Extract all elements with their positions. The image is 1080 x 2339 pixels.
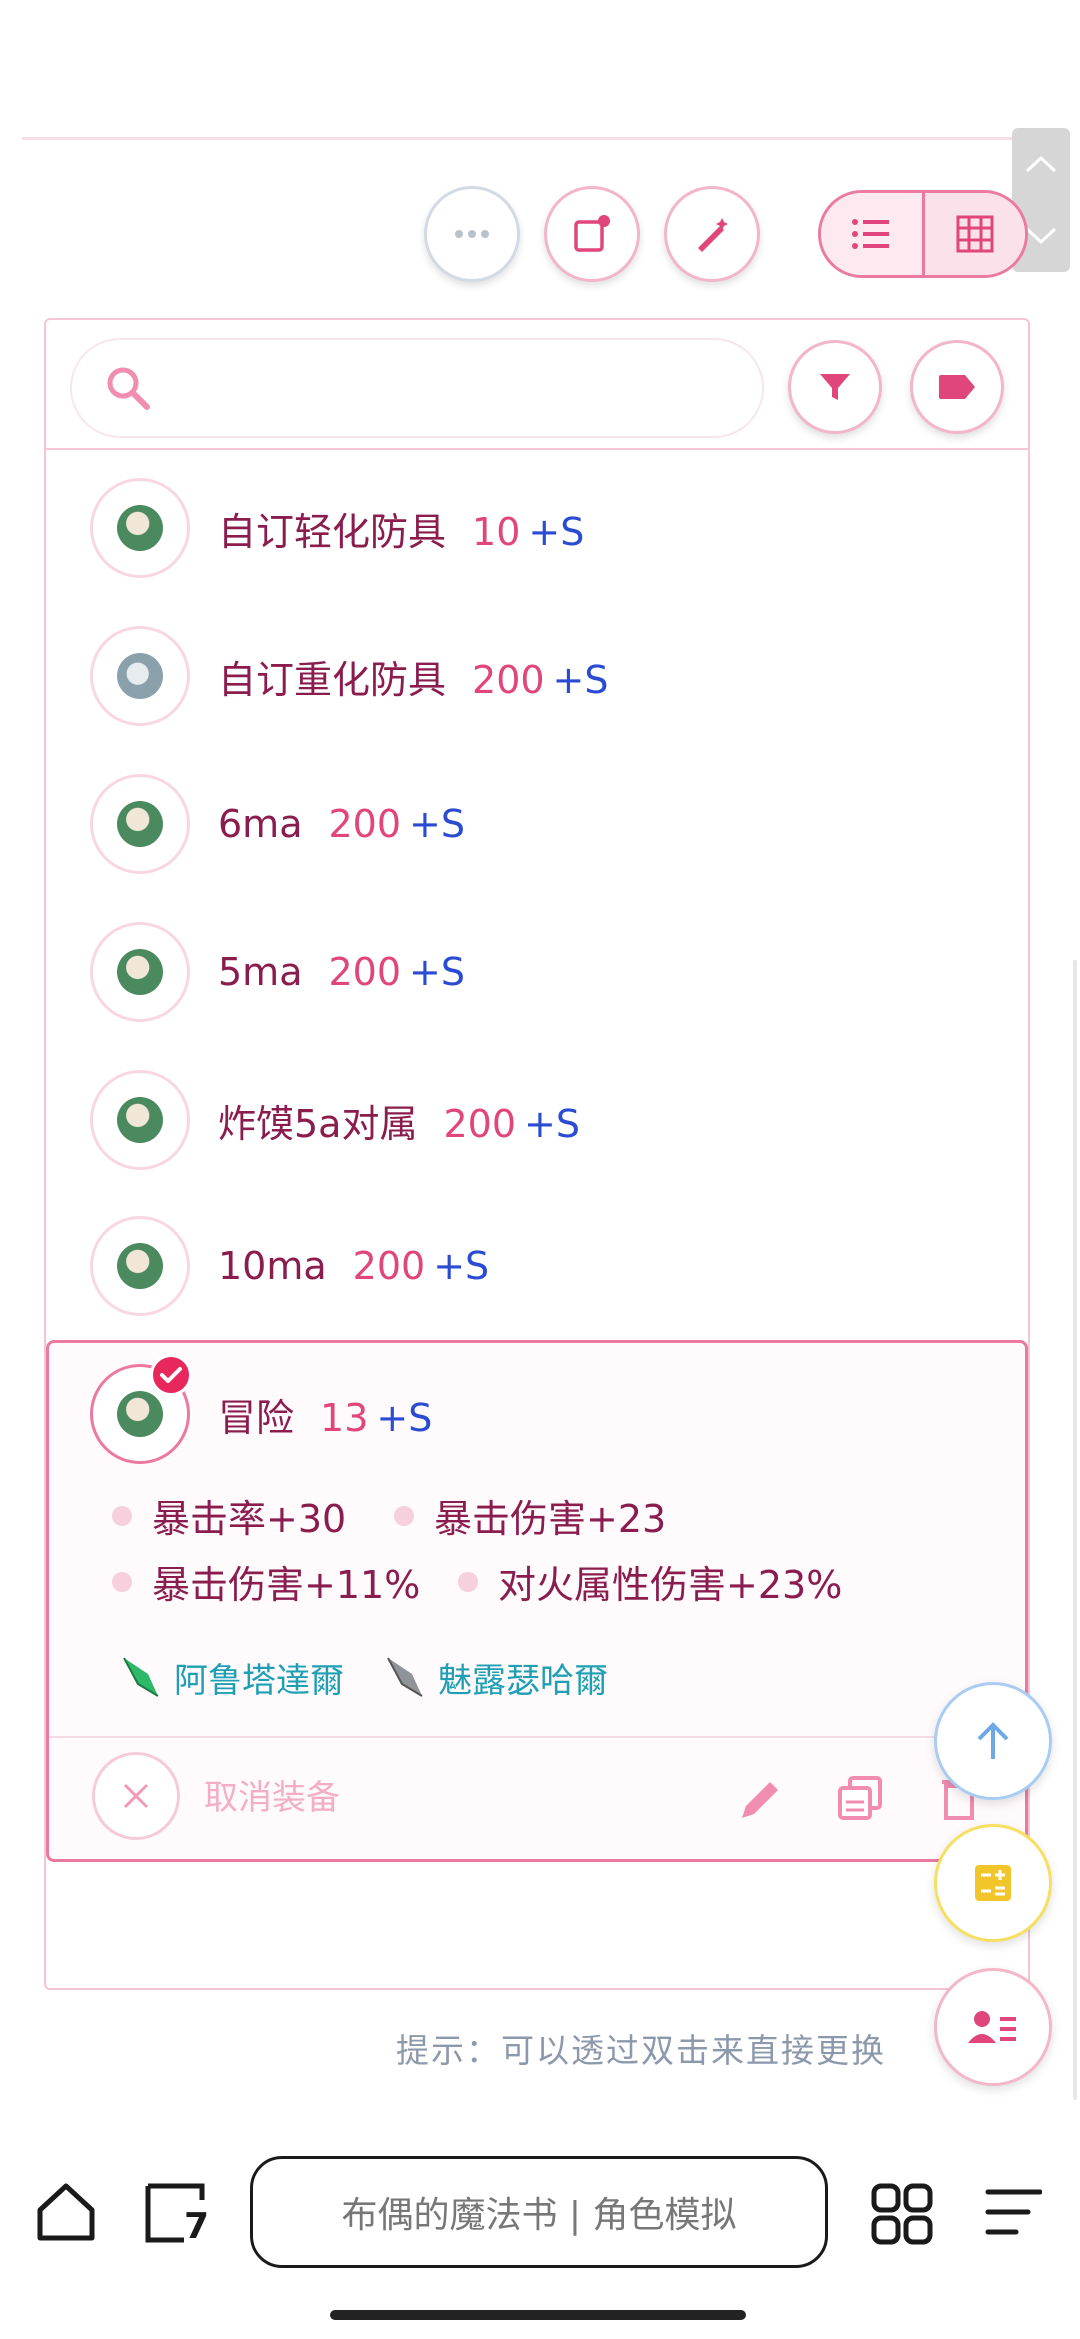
item-suffix: +S (552, 657, 609, 702)
scroll-top-button[interactable] (934, 1682, 1052, 1800)
item-value: 200 (472, 657, 545, 702)
more-button[interactable] (424, 186, 520, 282)
item-name: 炸馍5a对属 (218, 1101, 418, 1146)
more-icon (455, 230, 489, 238)
attribute: 暴击伤害+11% (112, 1554, 420, 1609)
filter-icon (820, 374, 850, 400)
top-divider (22, 137, 1032, 140)
armor-light-icon (90, 774, 190, 874)
home-icon (37, 2183, 95, 2241)
calculator-button[interactable] (934, 1824, 1052, 1942)
armor-light-icon (90, 478, 190, 578)
gem-item: 阿鲁塔達爾 (118, 1653, 344, 1702)
tabs-button[interactable]: 7 (144, 2180, 214, 2247)
close-icon (123, 1783, 149, 1809)
item-suffix: +S (409, 802, 465, 846)
grey-gem-icon (387, 1657, 423, 1697)
calculator-icon (975, 1865, 1011, 1901)
search-input[interactable] (174, 357, 762, 419)
list-item[interactable]: 6ma 200 +S (46, 750, 1028, 898)
armor-heavy-icon (90, 626, 190, 726)
attribute: 对火属性伤害+23% (458, 1554, 842, 1609)
contact-card-icon (968, 2011, 1016, 2043)
card-divider (49, 1736, 1025, 1738)
list-item[interactable]: 自订重化防具 200 +S (46, 602, 1028, 750)
gem-list: 阿鲁塔達爾 魅露瑟哈爾 (118, 1652, 646, 1702)
grid-icon (956, 215, 994, 253)
selected-item-name: 冒险 (218, 1395, 295, 1440)
search-box[interactable] (70, 338, 764, 438)
view-toggle (818, 190, 1028, 278)
list-item[interactable]: 10ma 200 +S (46, 1192, 1028, 1340)
list-item[interactable]: 5ma 200 +S (46, 898, 1028, 1046)
item-name: 自订重化防具 (218, 657, 447, 702)
armor-light-icon (90, 1216, 190, 1316)
item-suffix: +S (524, 1101, 580, 1146)
address-bar[interactable]: 布偶的魔法书 | 角色模拟 (250, 2156, 828, 2268)
hint-text: 提示：可以透过双击来直接更换 (396, 2031, 886, 2070)
item-name: 自订轻化防具 (218, 509, 447, 554)
apps-button[interactable] (870, 2182, 934, 2250)
item-name: 5ma (218, 950, 303, 994)
scrollbar[interactable] (1073, 960, 1077, 2100)
green-gem-icon (123, 1657, 159, 1697)
item-value: 200 (328, 802, 402, 846)
item-value: 200 (352, 1244, 426, 1288)
apps-grid-icon (871, 2183, 933, 2245)
arrow-up-icon (977, 1722, 1009, 1759)
search-icon (107, 367, 150, 410)
selected-item-header[interactable]: 冒险 13 +S (46, 1340, 1028, 1488)
tag-icon (939, 375, 975, 399)
edit-button[interactable] (738, 1776, 784, 1826)
item-name: 6ma (218, 802, 303, 846)
item-suffix: +S (528, 509, 585, 554)
home-button[interactable] (34, 2180, 98, 2248)
item-suffix: +S (433, 1244, 490, 1288)
selected-item-suffix: +S (376, 1395, 433, 1440)
new-item-button[interactable] (544, 186, 640, 282)
grid-view-button[interactable] (924, 193, 1025, 275)
copy-icon (838, 1776, 882, 1820)
selected-item-value: 13 (320, 1395, 369, 1440)
attribute: 暴击伤害+23 (394, 1488, 666, 1543)
new-item-icon (574, 215, 610, 252)
list-icon (852, 219, 890, 249)
pencil-icon (742, 1782, 778, 1818)
character-button[interactable] (934, 1968, 1052, 2086)
armor-light-icon (90, 1070, 190, 1170)
item-name: 10ma (218, 1244, 327, 1288)
item-value: 200 (328, 950, 402, 994)
copy-button[interactable] (836, 1774, 884, 1826)
armor-light-icon (90, 922, 190, 1022)
gem-item: 魅露瑟哈爾 (382, 1653, 608, 1702)
list-item[interactable]: 炸馍5a对属 200 +S (46, 1046, 1028, 1194)
attribute: 暴击率+30 (112, 1488, 346, 1543)
item-value: 10 (472, 509, 521, 554)
tag-button[interactable] (910, 340, 1004, 434)
list-view-button[interactable] (821, 193, 925, 275)
magic-wand-icon (698, 218, 728, 252)
menu-button[interactable] (982, 2186, 1043, 2242)
check-icon (150, 1354, 192, 1396)
list-item[interactable]: 自订轻化防具 10 +S (46, 454, 1028, 602)
magic-edit-button[interactable] (664, 186, 760, 282)
menu-icon (985, 2189, 1043, 2235)
item-suffix: +S (409, 950, 465, 994)
filter-button[interactable] (788, 340, 882, 434)
search-divider (46, 448, 1028, 450)
home-indicator (330, 2310, 746, 2320)
tab-count: 7 (184, 2206, 210, 2247)
unequip-label[interactable]: 取消装备 (204, 1770, 340, 1819)
item-value: 200 (443, 1101, 516, 1146)
scroll-up-icon[interactable] (1012, 128, 1070, 200)
unequip-button[interactable] (92, 1752, 180, 1840)
